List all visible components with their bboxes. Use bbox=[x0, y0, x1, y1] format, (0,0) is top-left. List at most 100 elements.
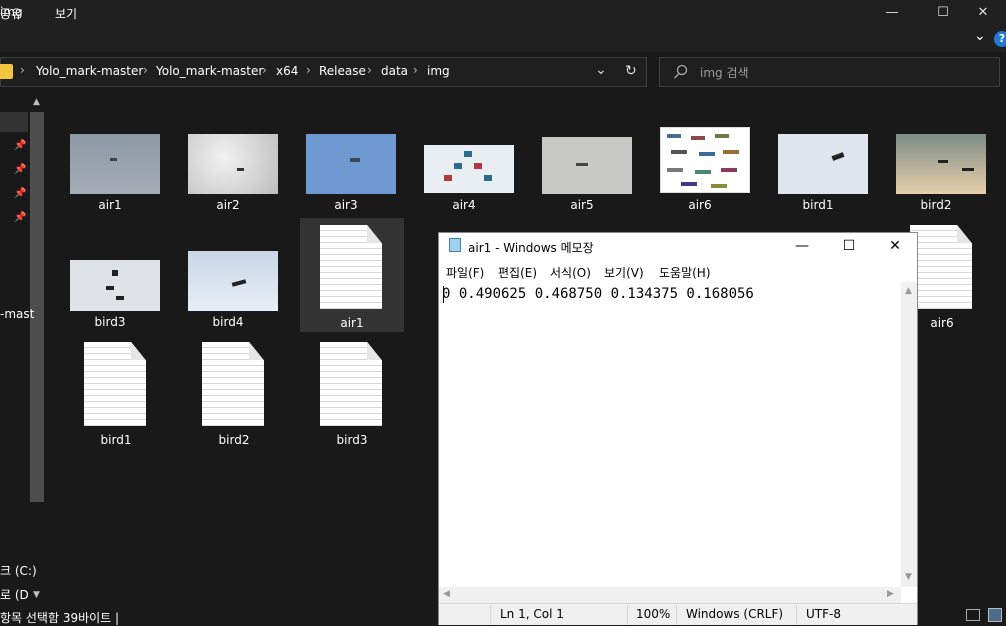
file-item-bird1-txt[interactable]: bird1 bbox=[64, 335, 168, 449]
search-icon bbox=[674, 64, 688, 79]
file-label: air1 bbox=[98, 198, 122, 212]
refresh-icon[interactable]: ↻ bbox=[625, 63, 637, 79]
scroll-up-icon[interactable]: ▲ bbox=[33, 97, 40, 107]
breadcrumb-item[interactable]: x64 bbox=[276, 64, 298, 78]
scroll-left-icon[interactable]: ◀ bbox=[443, 589, 450, 599]
file-item-bird2-txt[interactable]: bird2 bbox=[182, 335, 286, 449]
folder-icon bbox=[0, 64, 13, 79]
text-file-icon bbox=[320, 342, 382, 426]
nav-item[interactable]: -mast bbox=[0, 307, 34, 321]
file-item-air6[interactable]: air6 bbox=[648, 124, 752, 238]
file-label: air5 bbox=[570, 198, 594, 212]
breadcrumb-separator: › bbox=[20, 63, 25, 77]
help-icon[interactable]: ? bbox=[994, 31, 1006, 47]
cursor-position: Ln 1, Col 1 bbox=[500, 607, 564, 621]
scroll-down-icon[interactable]: ▼ bbox=[905, 572, 912, 582]
search-placeholder: img 검색 bbox=[700, 66, 749, 80]
file-label: air6 bbox=[688, 198, 712, 212]
text-file-icon bbox=[84, 342, 146, 426]
thumbnail bbox=[660, 127, 750, 193]
text-caret bbox=[443, 286, 444, 303]
notepad-title: air1 - Windows 메모장 bbox=[468, 241, 594, 255]
file-label: air1 bbox=[340, 316, 364, 330]
scroll-up-icon[interactable]: ▲ bbox=[905, 286, 912, 296]
notepad-maximize-button[interactable]: ☐ bbox=[826, 232, 872, 262]
zoom-level: 100% bbox=[636, 607, 671, 621]
file-label: bird2 bbox=[218, 433, 250, 447]
file-item-air1-txt[interactable]: air1 bbox=[300, 218, 404, 332]
thumbnail bbox=[70, 260, 160, 311]
thumbnail bbox=[896, 134, 986, 194]
thumbnail bbox=[188, 251, 278, 311]
breadcrumb-separator: › bbox=[306, 63, 311, 77]
text-file-icon bbox=[320, 225, 382, 309]
file-label: air4 bbox=[452, 198, 476, 212]
breadcrumb-item[interactable]: Release bbox=[319, 64, 366, 78]
file-label: bird1 bbox=[802, 198, 834, 212]
notepad-minimize-button[interactable]: — bbox=[779, 232, 825, 262]
file-item-air1[interactable]: air1 bbox=[58, 124, 162, 238]
breadcrumb-item[interactable]: Yolo_mark-master bbox=[36, 64, 143, 78]
ribbon-tab-share[interactable]: 공유 bbox=[0, 5, 22, 22]
nav-item-drive-c[interactable]: 크 (C:) bbox=[0, 562, 37, 579]
status-divider bbox=[676, 605, 677, 625]
scroll-right-icon[interactable]: ▶ bbox=[887, 589, 894, 599]
ribbon-tab-view[interactable]: 보기 bbox=[55, 5, 77, 22]
menu-view[interactable]: 보기(V) bbox=[604, 264, 644, 281]
file-label: bird4 bbox=[212, 315, 244, 329]
breadcrumb-separator: › bbox=[262, 63, 267, 77]
file-label: bird1 bbox=[100, 433, 132, 447]
thumbnail bbox=[778, 134, 868, 194]
line-ending: Windows (CRLF) bbox=[686, 607, 784, 621]
thumbnail bbox=[542, 137, 632, 194]
close-button[interactable]: ✕ bbox=[960, 0, 1006, 26]
thumbnail bbox=[70, 134, 160, 194]
status-divider bbox=[490, 605, 491, 625]
vertical-scrollbar[interactable] bbox=[901, 282, 917, 587]
details-view-icon[interactable] bbox=[966, 609, 980, 621]
file-item-bird1[interactable]: bird1 bbox=[766, 124, 870, 238]
notepad-icon bbox=[449, 238, 461, 252]
menu-file[interactable]: 파일(F) bbox=[446, 264, 484, 281]
file-label: air2 bbox=[216, 198, 240, 212]
thumbnail bbox=[306, 134, 396, 194]
file-label: air3 bbox=[334, 198, 358, 212]
encoding: UTF-8 bbox=[806, 607, 841, 621]
text-file-icon bbox=[202, 342, 264, 426]
menu-help[interactable]: 도움말(H) bbox=[659, 264, 711, 281]
breadcrumb-item[interactable]: img bbox=[427, 64, 450, 78]
notepad-content: 0 0.490625 0.468750 0.134375 0.168056 bbox=[442, 286, 754, 302]
ribbon-bar bbox=[0, 26, 1006, 52]
file-item-bird3-txt[interactable]: bird3 bbox=[300, 335, 404, 449]
menu-format[interactable]: 서식(O) bbox=[550, 264, 591, 281]
minimize-button[interactable]: — bbox=[869, 0, 915, 26]
file-label: bird3 bbox=[336, 433, 368, 447]
breadcrumb-separator: › bbox=[413, 63, 418, 77]
status-divider bbox=[627, 605, 628, 625]
file-item-air5[interactable]: air5 bbox=[530, 124, 634, 238]
breadcrumb-separator: › bbox=[367, 63, 372, 77]
title-bar bbox=[0, 0, 1006, 26]
scroll-down-icon[interactable]: ▼ bbox=[33, 590, 40, 600]
pin-icon: 📌 bbox=[14, 164, 27, 175]
thumbnail bbox=[188, 134, 278, 194]
breadcrumb-separator: › bbox=[143, 63, 148, 77]
chevron-down-icon[interactable]: ⌄ bbox=[974, 28, 986, 44]
file-item-air2[interactable]: air2 bbox=[176, 124, 280, 238]
nav-item-drive-d[interactable]: 로 (D bbox=[0, 586, 29, 603]
file-item-air4[interactable]: air4 bbox=[412, 124, 516, 238]
text-file-icon bbox=[910, 225, 972, 309]
status-divider bbox=[796, 605, 797, 625]
address-dropdown-icon[interactable]: ⌄ bbox=[595, 62, 607, 78]
pin-icon: 📌 bbox=[14, 188, 27, 199]
nav-selected-item[interactable] bbox=[0, 112, 28, 132]
notepad-text-area[interactable] bbox=[439, 281, 901, 587]
thumbnail bbox=[424, 145, 514, 193]
breadcrumb-item[interactable]: Yolo_mark-master bbox=[156, 64, 263, 78]
thumbnail-view-icon[interactable] bbox=[988, 608, 1002, 622]
menu-edit[interactable]: 편집(E) bbox=[498, 264, 537, 281]
breadcrumb-item[interactable]: data bbox=[381, 64, 408, 78]
file-label: bird2 bbox=[920, 198, 952, 212]
notepad-close-button[interactable]: ✕ bbox=[872, 232, 918, 262]
horizontal-scrollbar[interactable] bbox=[439, 587, 901, 603]
